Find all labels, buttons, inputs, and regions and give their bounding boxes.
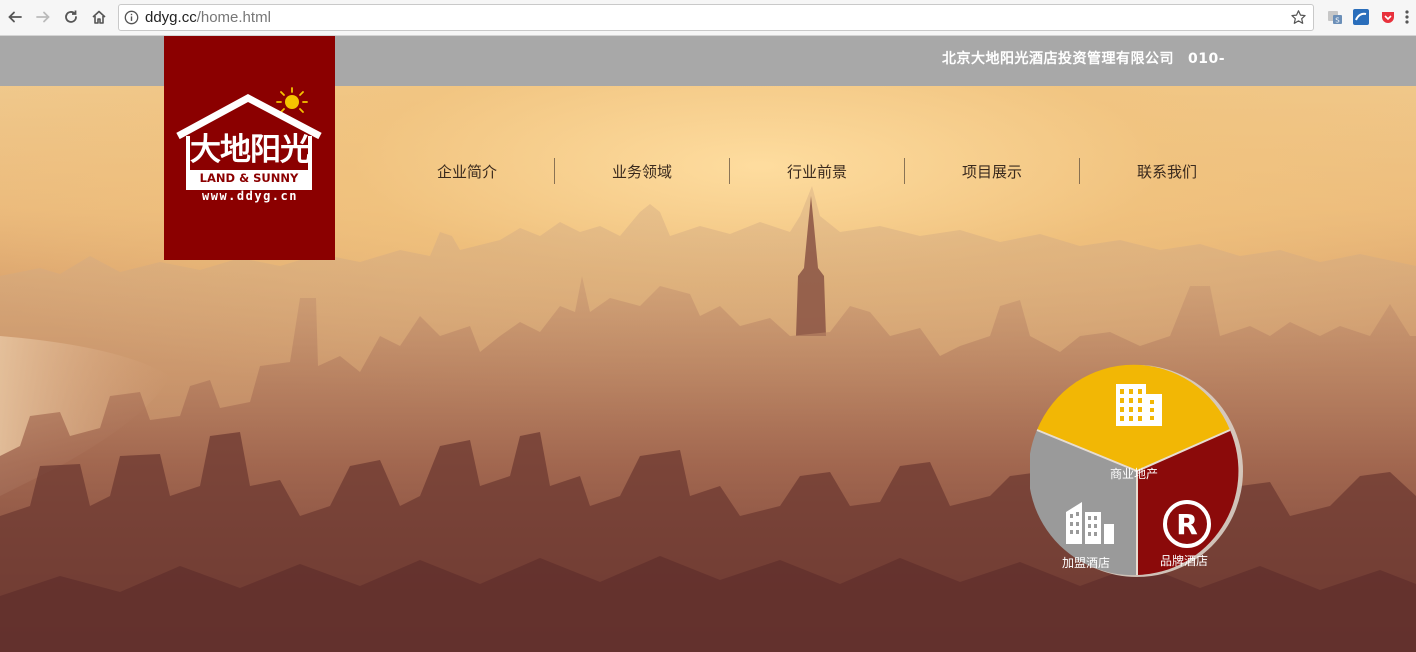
nav-divider: [729, 158, 730, 184]
phone-number: 010-: [1188, 51, 1226, 67]
address-bar[interactable]: ddyg.cc/home.html: [118, 4, 1314, 31]
bookmark-star-icon[interactable]: [1290, 9, 1307, 26]
company-contact: 北京大地阳光酒店投资管理有限公司 010-: [942, 48, 1225, 68]
svg-text:S: S: [1335, 17, 1340, 25]
nav-item-about[interactable]: 企业简介: [380, 161, 554, 182]
home-icon: [92, 10, 106, 24]
nav-divider: [1079, 158, 1080, 184]
business-circle-menu: R 商业地产 加盟酒店 品牌酒店: [1028, 364, 1244, 578]
logo-website: www.ddyg.cn: [202, 189, 298, 203]
back-arrow-icon: [8, 11, 22, 23]
label-commercial[interactable]: 商业地产: [1110, 465, 1158, 482]
pocket-extension-icon[interactable]: [1379, 8, 1397, 26]
screenshot-extension-icon[interactable]: [1352, 8, 1370, 26]
sun-icon: [276, 87, 308, 113]
nav-divider: [554, 158, 555, 184]
browser-toolbar: ddyg.cc/home.html S: [0, 0, 1416, 36]
label-brand[interactable]: 品牌酒店: [1160, 552, 1208, 569]
forward-arrow-icon: [36, 11, 50, 23]
nav-item-outlook[interactable]: 行业前景: [730, 161, 904, 182]
web-page: 北京大地阳光酒店投资管理有限公司 010- 大地阳光 LAND & SUNNY …: [0, 36, 1416, 652]
forward-button[interactable]: [32, 6, 54, 28]
logo-subtitle: LAND & SUNNY: [199, 171, 299, 185]
main-navigation: 企业简介 业务领域 行业前景 项目展示 联系我们: [380, 156, 1254, 186]
nav-item-projects[interactable]: 项目展示: [905, 161, 1079, 182]
label-franchise[interactable]: 加盟酒店: [1062, 554, 1110, 571]
back-button[interactable]: [4, 6, 26, 28]
logo-title: 大地阳光: [190, 132, 311, 168]
nav-divider: [904, 158, 905, 184]
svg-text:R: R: [1176, 508, 1198, 541]
browser-menu-icon[interactable]: [1402, 8, 1412, 26]
home-button[interactable]: [88, 6, 110, 28]
reload-button[interactable]: [60, 6, 82, 28]
url-host: ddyg.cc: [145, 9, 197, 26]
url-text[interactable]: ddyg.cc/home.html: [145, 9, 271, 26]
nav-item-contact[interactable]: 联系我们: [1080, 161, 1254, 182]
reload-icon: [65, 10, 77, 23]
translate-extension-icon[interactable]: S: [1326, 8, 1344, 26]
url-path: /home.html: [196, 9, 271, 26]
info-icon[interactable]: [124, 10, 139, 25]
site-logo[interactable]: 大地阳光 LAND & SUNNY www.ddyg.cn: [164, 36, 335, 260]
nav-item-business[interactable]: 业务领域: [555, 161, 729, 182]
company-name: 北京大地阳光酒店投资管理有限公司: [942, 51, 1174, 67]
